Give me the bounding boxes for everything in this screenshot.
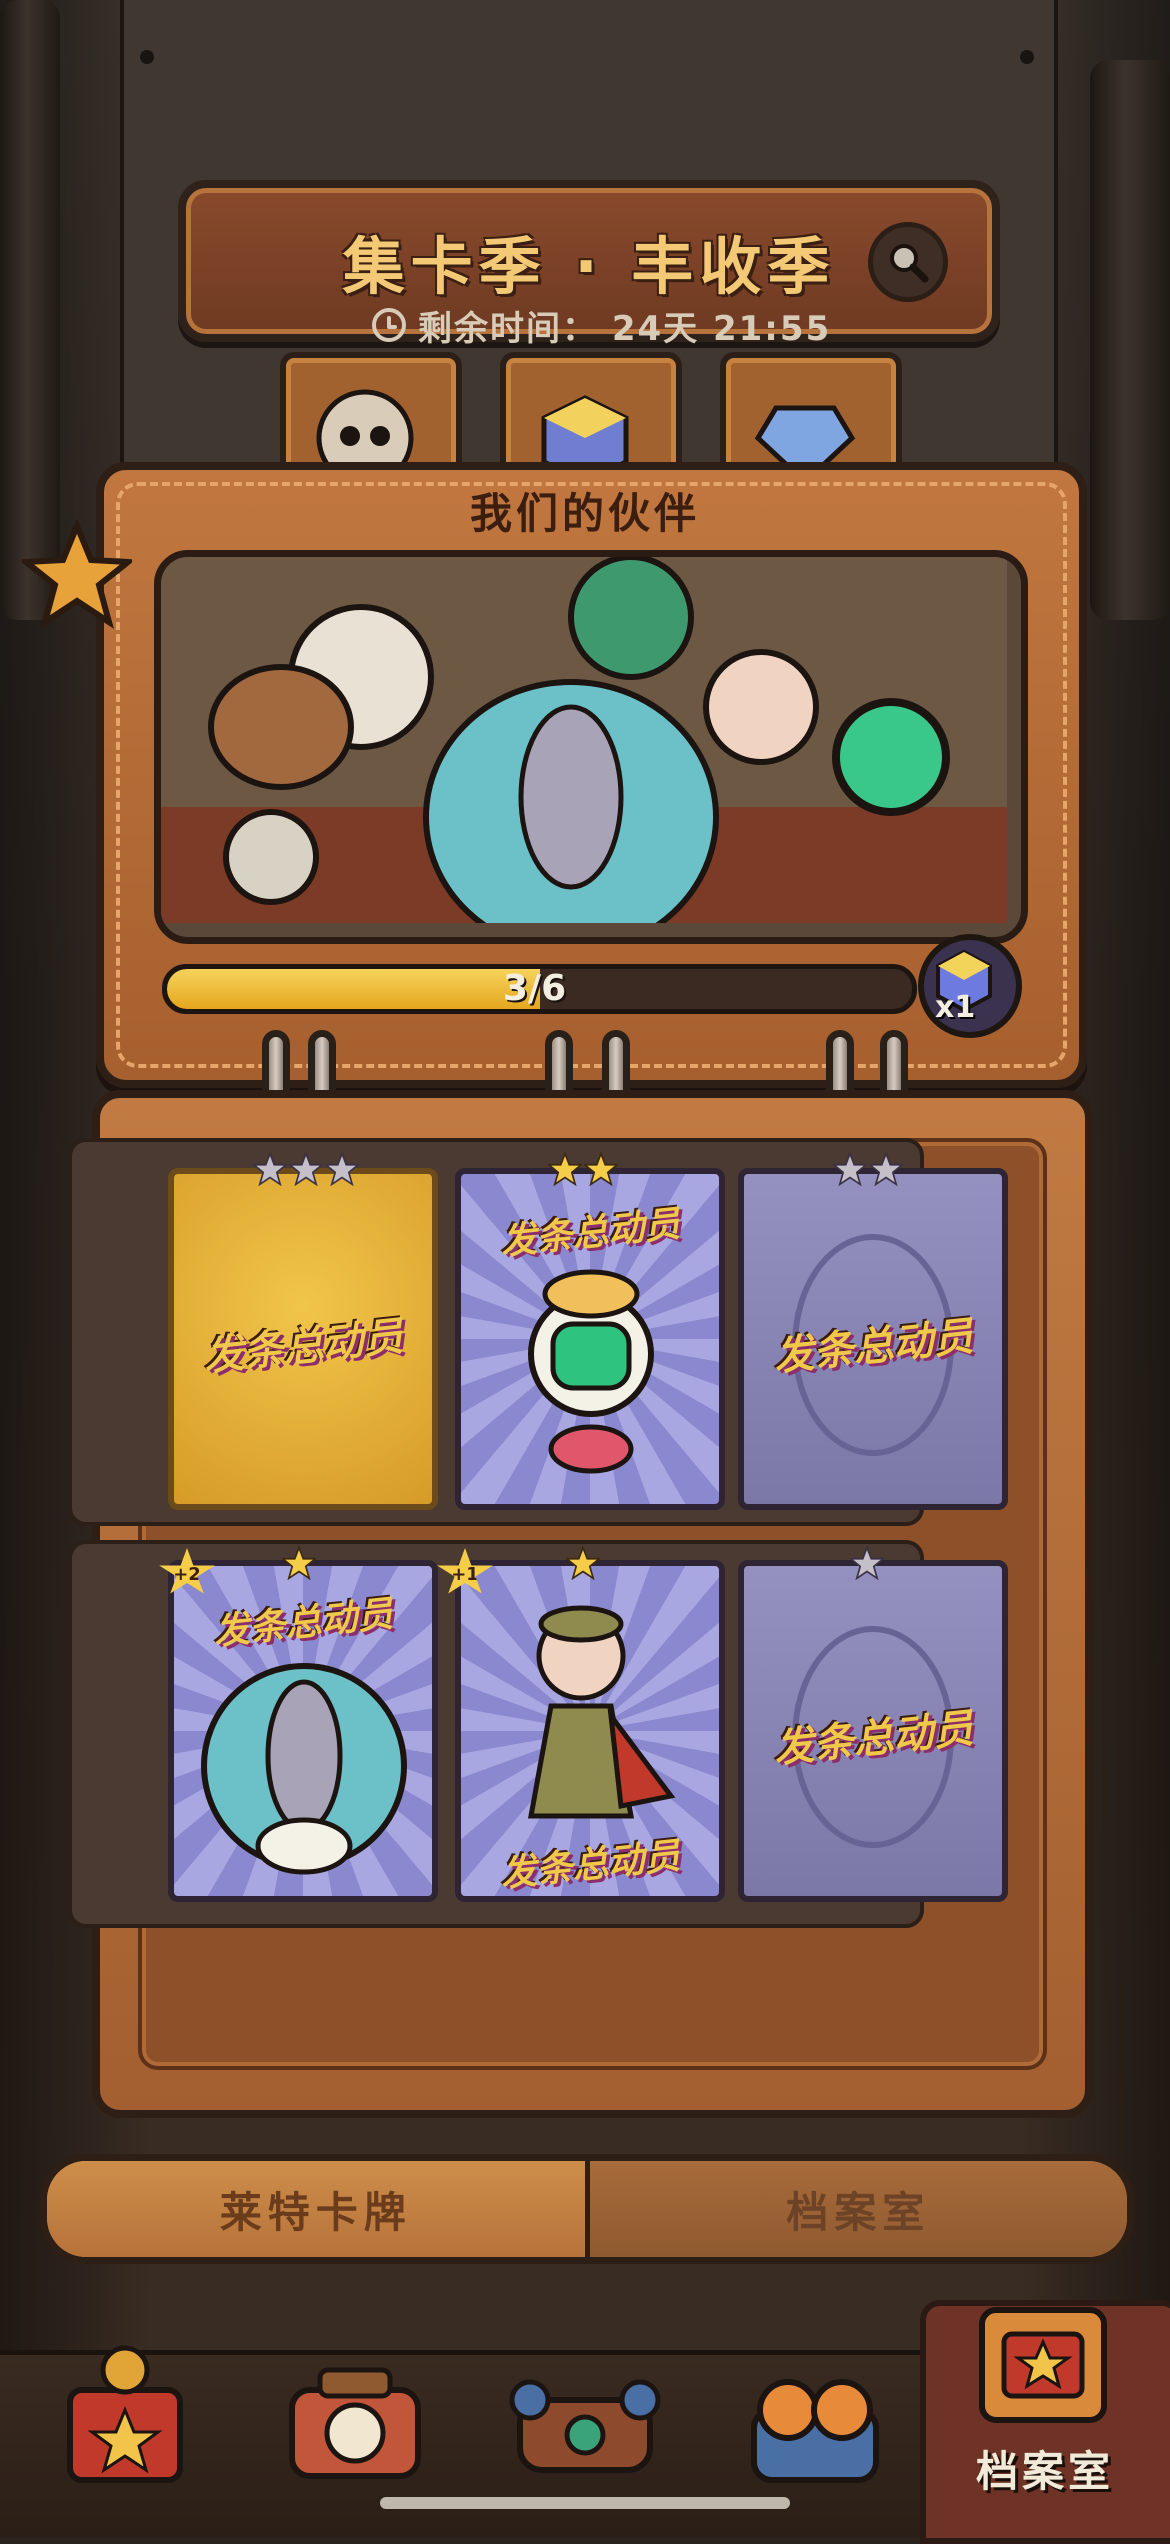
magnifier-icon[interactable] [868, 222, 948, 302]
mouse-girl-character [528, 1605, 676, 1819]
card-logo: 发条总动员 [211, 1593, 396, 1654]
timer-label: 剩余时间： [418, 308, 598, 349]
season-title: 集卡季 · 丰收季 [342, 230, 836, 303]
card-logo: 发条总动员 [498, 1203, 683, 1264]
cube-icon [541, 395, 629, 485]
star-icon [325, 1152, 359, 1186]
camera-icon [289, 2367, 421, 2479]
section-tab-bar: 莱特卡牌 档案室 [40, 2154, 1134, 2264]
dock-camera-button[interactable] [280, 2330, 430, 2500]
rivet [1020, 50, 1034, 64]
tab-archive[interactable]: 档案室 [584, 2161, 1127, 2257]
timer-value: 24天 21:55 [611, 308, 832, 349]
card-slot-4[interactable]: 发条总动员 [168, 1560, 438, 1902]
dock-archive-label: 档案室 [975, 2447, 1114, 2496]
tab-cards[interactable]: 莱特卡牌 [47, 2161, 585, 2257]
countdown-timer: 剩余时间： 24天 21:55 [372, 300, 831, 350]
chest-icon [67, 2345, 183, 2483]
card-stars [833, 1152, 903, 1186]
card-slot-3[interactable]: 发条总动员 [738, 1168, 1008, 1510]
rivet [140, 50, 154, 64]
album-title: 我们的伙伴 [469, 489, 700, 538]
card-stars [548, 1152, 618, 1186]
card-stars [282, 1546, 316, 1580]
star-icon [22, 520, 132, 629]
dock-goggles-button[interactable] [740, 2330, 890, 2500]
star-icon [850, 1546, 884, 1580]
card-slot-2[interactable]: 发条总动员 [455, 1168, 725, 1510]
star-icon [584, 1152, 618, 1186]
card-stars [253, 1152, 359, 1186]
partner-group-illustration [154, 550, 1028, 944]
dock-archive-button[interactable] [968, 2280, 1118, 2450]
robot-character-icon [316, 389, 414, 487]
card-logo: 发条总动员 [201, 1313, 406, 1381]
radio-icon [509, 2379, 661, 2473]
card-slot-6[interactable]: 发条总动员 [738, 1560, 1008, 1902]
star-icon [289, 1152, 323, 1186]
star-icon [833, 1152, 867, 1186]
goggles-icon [751, 2379, 879, 2483]
gem-icon [754, 405, 856, 486]
anteater-character [201, 1663, 407, 1875]
clock-icon [372, 308, 406, 342]
card-slot-5[interactable]: 发条总动员 [455, 1560, 725, 1902]
card-stars [850, 1546, 884, 1580]
card-slot-1[interactable]: 发条总动员 [168, 1168, 438, 1510]
dock-chest-button[interactable] [50, 2330, 200, 2500]
robot-girl-character [528, 1269, 654, 1474]
star-icon [253, 1152, 287, 1186]
star-icon [548, 1152, 582, 1186]
star-icon [869, 1152, 903, 1186]
card-stars [566, 1546, 600, 1580]
archive-icon [979, 2307, 1107, 2423]
progress-label: 3/6 [502, 968, 567, 1009]
reward-count: x1 [935, 990, 976, 1025]
star-icon [282, 1546, 316, 1580]
star-icon [566, 1546, 600, 1580]
home-indicator[interactable] [380, 2497, 790, 2509]
dock-radio-button[interactable] [500, 2330, 661, 2500]
